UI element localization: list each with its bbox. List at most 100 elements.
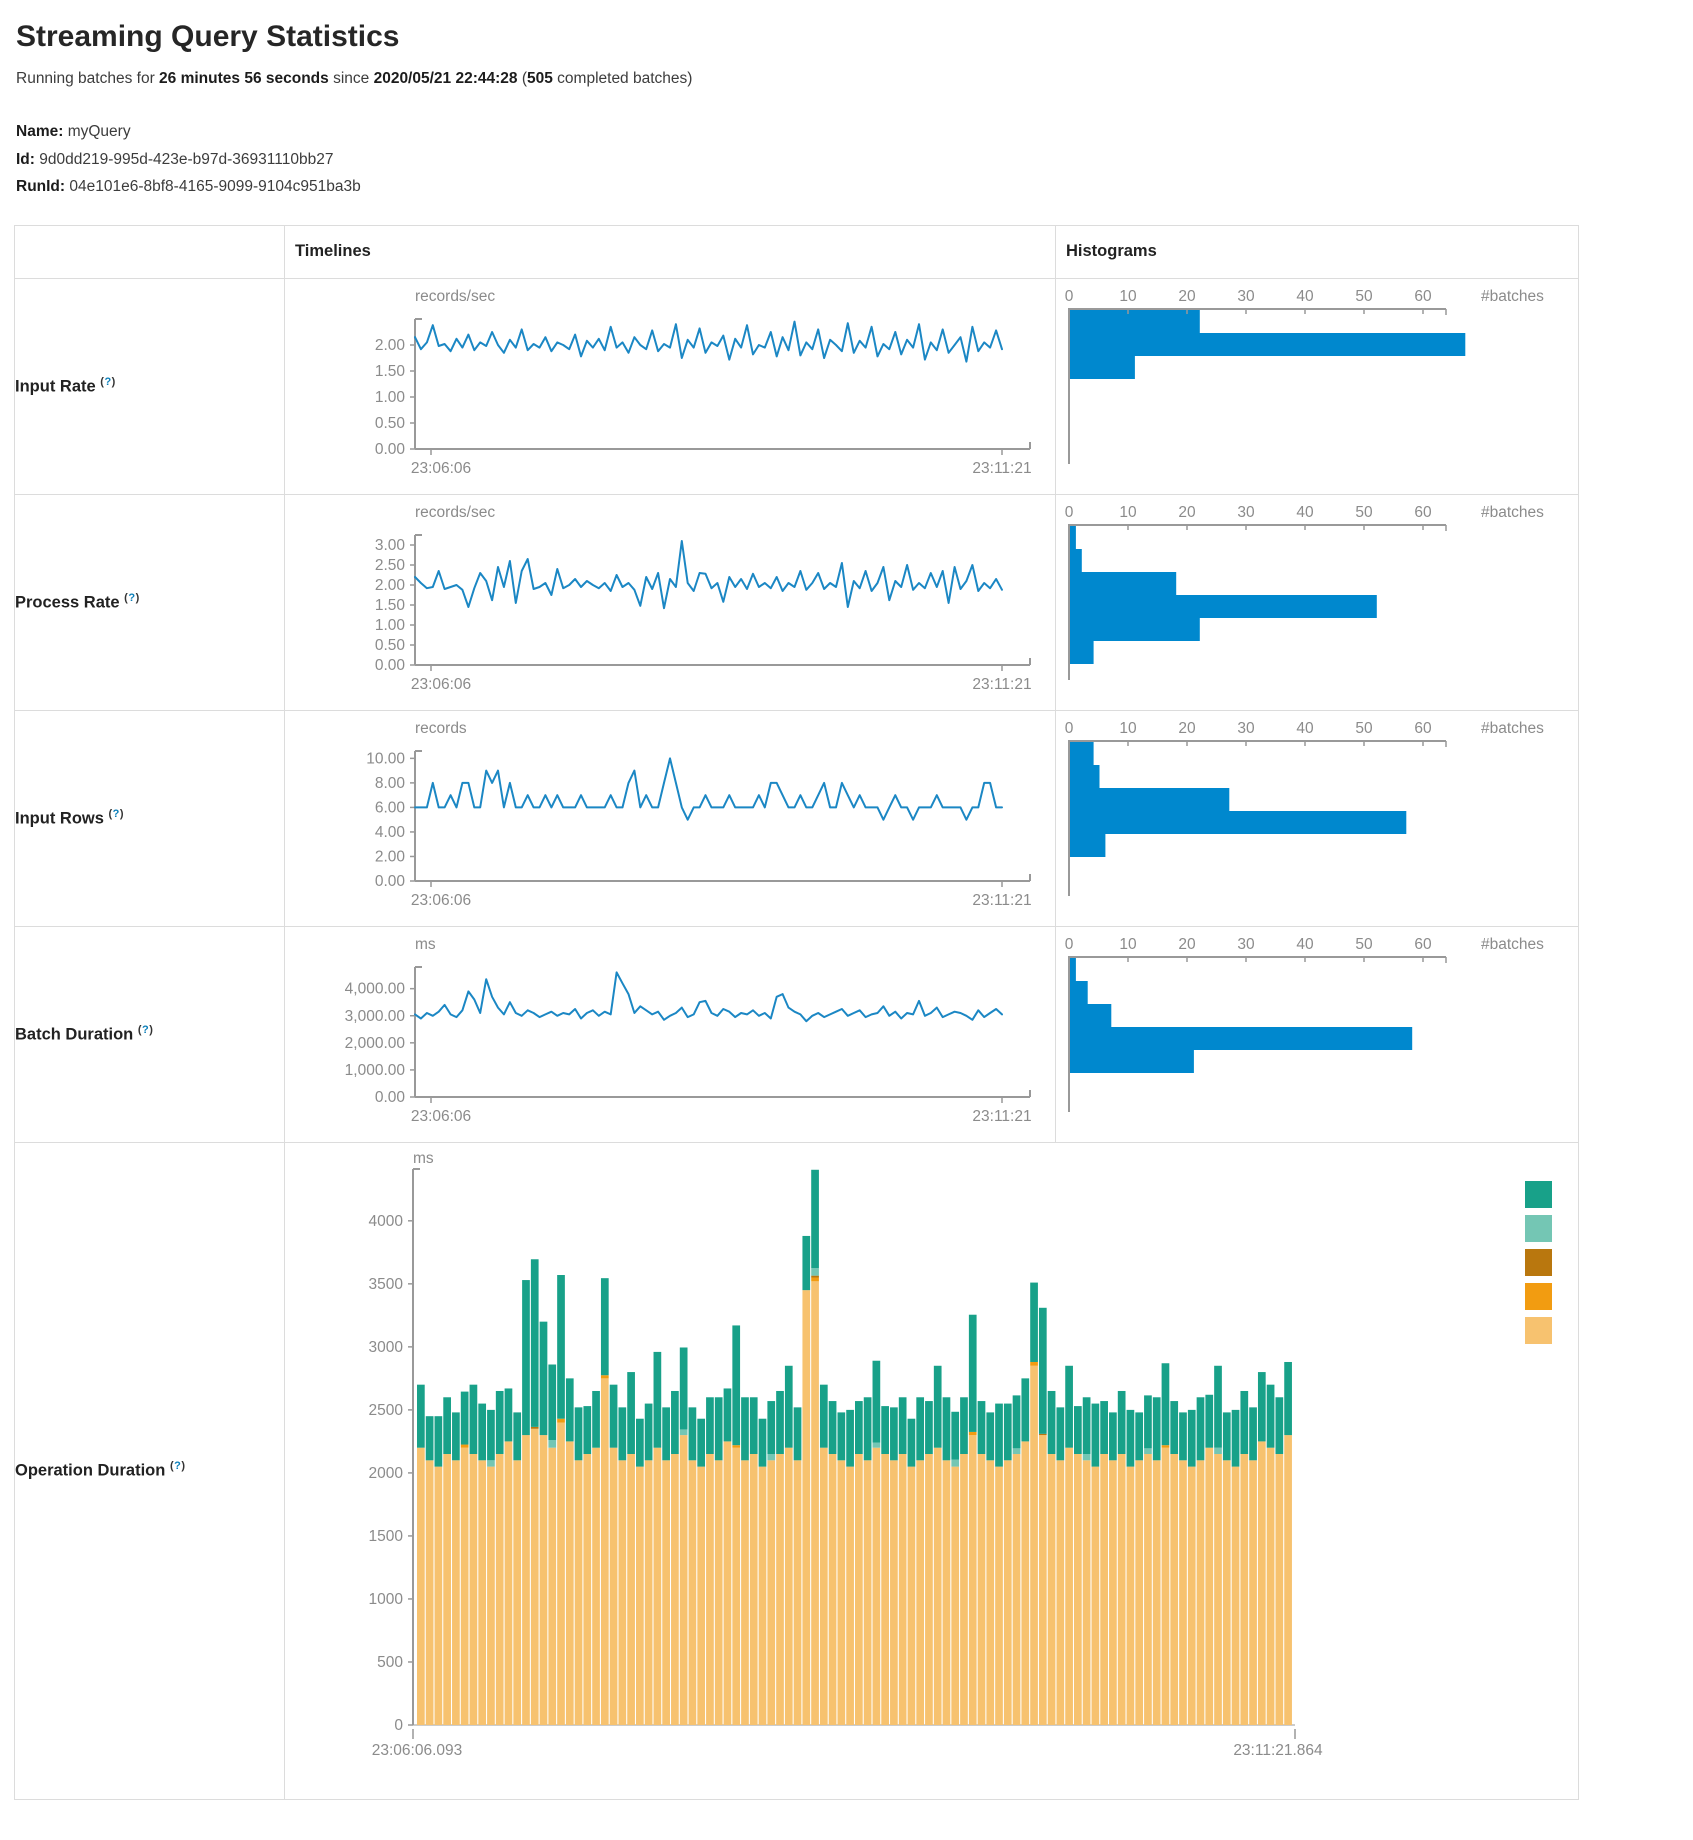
svg-text:2000: 2000 xyxy=(369,1464,404,1481)
svg-text:50: 50 xyxy=(1355,504,1373,521)
svg-text:23:06:06: 23:06:06 xyxy=(411,676,471,693)
svg-text:records: records xyxy=(415,720,467,737)
legend-swatch xyxy=(1525,1215,1552,1242)
svg-text:3500: 3500 xyxy=(369,1275,404,1292)
process-rate-histogram-chart: 0102030405060#batches xyxy=(1056,495,1576,705)
svg-text:0.50: 0.50 xyxy=(375,415,406,432)
input-rate-timeline-chart: records/sec2.001.501.000.500.0023:06:062… xyxy=(285,279,1055,489)
timelines-header: Timelines xyxy=(285,225,1056,278)
svg-text:0.50: 0.50 xyxy=(375,637,406,654)
svg-text:0.00: 0.00 xyxy=(375,441,406,458)
statistics-table: Timelines Histograms Input Rate (?) reco… xyxy=(14,225,1579,1800)
svg-text:1.00: 1.00 xyxy=(375,617,406,634)
svg-text:1.00: 1.00 xyxy=(375,389,406,406)
query-id-line: Id: 9d0dd219-995d-423e-b97d-36931110bb27 xyxy=(16,146,1693,174)
svg-text:30: 30 xyxy=(1237,504,1255,521)
row-label-process-rate: Process Rate (?) xyxy=(15,494,285,710)
batch-duration-histogram-chart: 0102030405060#batches xyxy=(1056,927,1576,1137)
row-label-input-rate: Input Rate (?) xyxy=(15,278,285,494)
svg-text:3000: 3000 xyxy=(369,1338,404,1355)
svg-text:1.50: 1.50 xyxy=(375,363,406,380)
help-icon[interactable]: (?) xyxy=(124,592,140,604)
svg-text:60: 60 xyxy=(1414,504,1432,521)
svg-text:50: 50 xyxy=(1355,720,1373,737)
svg-text:records/sec: records/sec xyxy=(415,288,495,305)
operation-duration-legend xyxy=(1525,1181,1552,1344)
svg-text:60: 60 xyxy=(1414,936,1432,953)
legend-swatch xyxy=(1525,1283,1552,1310)
svg-text:1.50: 1.50 xyxy=(375,597,406,614)
svg-text:2,000.00: 2,000.00 xyxy=(345,1034,406,1051)
row-label-input-rows: Input Rows (?) xyxy=(15,710,285,926)
svg-text:30: 30 xyxy=(1237,720,1255,737)
svg-text:#batches: #batches xyxy=(1481,288,1544,305)
svg-text:30: 30 xyxy=(1237,936,1255,953)
svg-text:20: 20 xyxy=(1178,720,1196,737)
svg-text:0.00: 0.00 xyxy=(375,657,406,674)
svg-text:30: 30 xyxy=(1237,288,1255,305)
svg-text:3,000.00: 3,000.00 xyxy=(345,1007,406,1024)
svg-text:20: 20 xyxy=(1178,504,1196,521)
svg-text:500: 500 xyxy=(377,1653,403,1670)
help-icon[interactable]: (?) xyxy=(170,1460,186,1472)
operation-duration-row: Operation Duration (?) ms400035003000250… xyxy=(15,1142,1579,1799)
process-rate-row: Process Rate (?) records/sec3.002.502.00… xyxy=(15,494,1579,710)
svg-text:8.00: 8.00 xyxy=(375,774,406,791)
histograms-header: Histograms xyxy=(1056,225,1579,278)
svg-text:20: 20 xyxy=(1178,288,1196,305)
help-icon[interactable]: (?) xyxy=(109,808,125,820)
svg-text:0: 0 xyxy=(1065,936,1074,953)
svg-text:2500: 2500 xyxy=(369,1401,404,1418)
svg-text:40: 40 xyxy=(1296,720,1314,737)
svg-text:4,000.00: 4,000.00 xyxy=(345,980,406,997)
input-rows-row: Input Rows (?) records10.008.006.004.002… xyxy=(15,710,1579,926)
svg-text:4000: 4000 xyxy=(369,1212,404,1229)
svg-text:0: 0 xyxy=(394,1717,403,1734)
svg-text:23:11:21: 23:11:21 xyxy=(972,460,1031,477)
svg-text:23:06:06: 23:06:06 xyxy=(411,1108,471,1125)
input-rate-row: Input Rate (?) records/sec 2.00 1.50 1.00 0.… xyxy=(15,278,1579,494)
batch-duration-timeline-chart: ms4,000.003,000.002,000.001,000.000.0023… xyxy=(285,927,1055,1137)
svg-text:2.50: 2.50 xyxy=(375,557,406,574)
row-label-batch-duration: Batch Duration (?) xyxy=(15,926,285,1142)
svg-text:0: 0 xyxy=(1065,720,1074,737)
legend-swatch xyxy=(1525,1181,1552,1208)
svg-text:#batches: #batches xyxy=(1481,504,1544,521)
svg-text:#batches: #batches xyxy=(1481,720,1544,737)
svg-text:40: 40 xyxy=(1296,504,1314,521)
help-icon[interactable]: (?) xyxy=(100,376,116,388)
svg-text:50: 50 xyxy=(1355,936,1373,953)
svg-text:1000: 1000 xyxy=(369,1590,404,1607)
legend-swatch xyxy=(1525,1317,1552,1344)
svg-text:4.00: 4.00 xyxy=(375,823,406,840)
svg-text:10: 10 xyxy=(1119,720,1137,737)
help-icon[interactable]: (?) xyxy=(138,1024,154,1036)
svg-text:0: 0 xyxy=(1065,288,1074,305)
svg-text:1,000.00: 1,000.00 xyxy=(345,1061,406,1078)
process-rate-timeline-chart: records/sec3.002.502.001.501.000.500.002… xyxy=(285,495,1055,705)
svg-text:40: 40 xyxy=(1296,288,1314,305)
svg-text:#batches: #batches xyxy=(1481,936,1544,953)
row-label-operation-duration: Operation Duration (?) xyxy=(15,1142,285,1799)
query-meta: Name: myQuery Id: 9d0dd219-995d-423e-b97… xyxy=(16,118,1693,201)
legend-swatch xyxy=(1525,1249,1552,1276)
svg-text:40: 40 xyxy=(1296,936,1314,953)
input-rate-histogram-chart: 0102030405060#batches xyxy=(1056,279,1576,489)
svg-text:23:11:21: 23:11:21 xyxy=(972,676,1031,693)
svg-text:10: 10 xyxy=(1119,504,1137,521)
query-runid-line: RunId: 04e101e6-8bf8-4165-9099-9104c951b… xyxy=(16,173,1693,201)
running-batches-summary: Running batches for 26 minutes 56 second… xyxy=(16,70,1693,88)
svg-text:23:11:21: 23:11:21 xyxy=(972,892,1031,909)
input-rows-histogram-chart: 0102030405060#batches xyxy=(1056,711,1576,921)
svg-text:20: 20 xyxy=(1178,936,1196,953)
svg-text:50: 50 xyxy=(1355,288,1373,305)
svg-text:2.00: 2.00 xyxy=(375,337,406,354)
svg-text:10: 10 xyxy=(1119,288,1137,305)
page-title: Streaming Query Statistics xyxy=(16,20,1693,54)
svg-text:ms: ms xyxy=(415,936,436,953)
svg-text:23:06:06.093: 23:06:06.093 xyxy=(372,1742,463,1759)
svg-text:23:11:21: 23:11:21 xyxy=(972,1108,1031,1125)
svg-text:records/sec: records/sec xyxy=(415,504,495,521)
empty-header-cell xyxy=(15,225,285,278)
svg-text:3.00: 3.00 xyxy=(375,537,406,554)
